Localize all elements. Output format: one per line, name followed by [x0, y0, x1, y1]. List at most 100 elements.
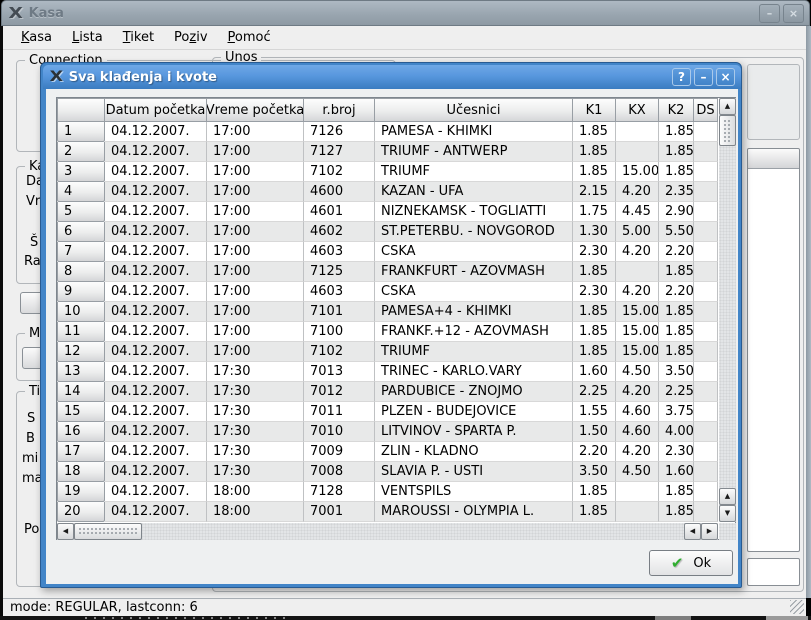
table-cell[interactable]: 4.20	[616, 182, 659, 202]
dialog-titlebar[interactable]: X Sva klađenja i kvote ? – ×	[43, 65, 741, 89]
table-cell[interactable]: 17:30	[207, 422, 304, 442]
table-cell[interactable]: 4.20	[616, 382, 659, 402]
table-cell[interactable]: 17:00	[207, 342, 304, 362]
table-cell[interactable]: 1.85	[659, 122, 694, 142]
table-cell[interactable]: 4.45	[616, 202, 659, 222]
table-cell[interactable]: CSKA	[375, 282, 573, 302]
menu-item-lista[interactable]: Lista	[62, 27, 113, 48]
table-cell[interactable]	[694, 362, 718, 382]
table-row[interactable]: 504.12.2007.17:004601NIZNEKAMSK - TOGLIA…	[57, 202, 718, 222]
table-cell[interactable]: 1.55	[573, 402, 616, 422]
table-cell[interactable]: 17:00	[207, 302, 304, 322]
table-cell[interactable]: 1.60	[659, 462, 694, 482]
table-cell[interactable]	[694, 262, 718, 282]
table-cell[interactable]: 1.85	[573, 302, 616, 322]
table-cell[interactable]	[616, 502, 659, 522]
table-cell[interactable]	[694, 302, 718, 322]
table-cell[interactable]: 17:30	[207, 362, 304, 382]
table-row[interactable]: 1304.12.2007.17:307013TRINEC - KARLO.VAR…	[57, 362, 718, 382]
table-cell[interactable]: 17:00	[207, 122, 304, 142]
table-cell[interactable]: 5.50	[659, 222, 694, 242]
table-cell[interactable]: 17:00	[207, 162, 304, 182]
table-row[interactable]: 1204.12.2007.17:007102TRIUMF1.8515.001.8…	[57, 342, 718, 362]
row-number-cell[interactable]: 12	[57, 342, 105, 362]
table-cell[interactable]: TRIUMF - ANTWERP	[375, 142, 573, 162]
table-cell[interactable]: 04.12.2007.	[105, 342, 207, 362]
table-cell[interactable]: 1.85	[659, 342, 694, 362]
column-header-Vreme početka[interactable]: Vreme početka	[207, 98, 304, 122]
row-number-cell[interactable]: 15	[57, 402, 105, 422]
table-cell[interactable]: 4603	[304, 282, 375, 302]
table-cell[interactable]: 17:00	[207, 202, 304, 222]
menu-item-kasa[interactable]: Kasa	[11, 27, 62, 48]
scroll-up-button-2[interactable]: ▲	[719, 488, 736, 505]
table-cell[interactable]	[694, 422, 718, 442]
table-cell[interactable]: 1.85	[573, 322, 616, 342]
table-cell[interactable]: 15.00	[616, 162, 659, 182]
table-cell[interactable]: FRANKF.+12 - AZOVMASH	[375, 322, 573, 342]
table-cell[interactable]: CSKA	[375, 242, 573, 262]
table-cell[interactable]: 04.12.2007.	[105, 202, 207, 222]
table-cell[interactable]: 1.85	[573, 482, 616, 502]
table-row[interactable]: 404.12.2007.17:004600KAZAN - UFA2.154.20…	[57, 182, 718, 202]
column-header-Učesnici[interactable]: Učesnici	[375, 98, 573, 122]
table-cell[interactable]	[694, 382, 718, 402]
table-cell[interactable]: 04.12.2007.	[105, 182, 207, 202]
scroll-down-button[interactable]: ▼	[719, 505, 736, 522]
table-cell[interactable]: 17:00	[207, 262, 304, 282]
table-cell[interactable]: LITVINOV - SPARTA P.	[375, 422, 573, 442]
table-cell[interactable]: TRINEC - KARLO.VARY	[375, 362, 573, 382]
table-cell[interactable]: 1.85	[573, 142, 616, 162]
main-window-titlebar[interactable]: X Kasa – ×	[1, 0, 810, 26]
table-cell[interactable]: TRIUMF	[375, 342, 573, 362]
table-cell[interactable]: 1.85	[573, 262, 616, 282]
table-cell[interactable]: 17:00	[207, 222, 304, 242]
table-cell[interactable]	[694, 482, 718, 502]
table-cell[interactable]: 17:30	[207, 402, 304, 422]
scroll-up-button[interactable]: ▲	[719, 98, 736, 115]
table-cell[interactable]: 2.30	[573, 282, 616, 302]
table-cell[interactable]: 2.20	[659, 282, 694, 302]
table-cell[interactable]: 4.20	[616, 442, 659, 462]
table-cell[interactable]: 7009	[304, 442, 375, 462]
table-cell[interactable]: 15.00	[616, 302, 659, 322]
vertical-scrollbar[interactable]: ▲ ▲ ▼	[719, 98, 736, 522]
menu-item-pomoć[interactable]: Pomoć	[218, 27, 281, 48]
table-cell[interactable]: 2.20	[573, 442, 616, 462]
dialog-close-button[interactable]: ×	[716, 68, 735, 86]
close-button[interactable]: ×	[783, 4, 804, 23]
table-cell[interactable]: 04.12.2007.	[105, 442, 207, 462]
column-header-Datum početka[interactable]: Datum početka	[105, 98, 207, 122]
table-row[interactable]: 704.12.2007.17:004603CSKA2.304.202.20	[57, 242, 718, 262]
menu-item-poziv[interactable]: Poziv	[164, 27, 217, 48]
table-row[interactable]: 104.12.2007.17:007126PAMESA - KHIMKI1.85…	[57, 122, 718, 142]
table-cell[interactable]: 4.00	[659, 422, 694, 442]
resize-grip-icon[interactable]	[790, 600, 804, 614]
table-cell[interactable]: VENTSPILS	[375, 482, 573, 502]
table-cell[interactable]: 1.85	[573, 122, 616, 142]
table-row[interactable]: 604.12.2007.17:004602ST.PETERBU. - NOVGO…	[57, 222, 718, 242]
table-cell[interactable]: 15.00	[616, 342, 659, 362]
table-cell[interactable]: 1.60	[573, 362, 616, 382]
table-cell[interactable]: 1.75	[573, 202, 616, 222]
table-cell[interactable]: PAMESA - KHIMKI	[375, 122, 573, 142]
row-number-cell[interactable]: 17	[57, 442, 105, 462]
table-cell[interactable]: 5.00	[616, 222, 659, 242]
row-number-cell[interactable]: 14	[57, 382, 105, 402]
table-row[interactable]: 1104.12.2007.17:007100FRANKF.+12 - AZOVM…	[57, 322, 718, 342]
table-cell[interactable]: PARDUBICE - ZNOJMO	[375, 382, 573, 402]
dialog-minimize-button[interactable]: –	[694, 68, 713, 86]
table-cell[interactable]: 4600	[304, 182, 375, 202]
table-cell[interactable]: 7100	[304, 322, 375, 342]
table-cell[interactable]: 3.50	[573, 462, 616, 482]
table-cell[interactable]: 04.12.2007.	[105, 222, 207, 242]
table-cell[interactable]: 18:00	[207, 482, 304, 502]
table-cell[interactable]: 04.12.2007.	[105, 142, 207, 162]
table-cell[interactable]	[616, 262, 659, 282]
table-cell[interactable]	[694, 142, 718, 162]
table-cell[interactable]: 7101	[304, 302, 375, 322]
table-cell[interactable]: SLAVIA P. - USTI	[375, 462, 573, 482]
table-cell[interactable]: 4.60	[616, 422, 659, 442]
table-cell[interactable]: MAROUSSI - OLYMPIA L.	[375, 502, 573, 522]
table-row[interactable]: 1604.12.2007.17:307010LITVINOV - SPARTA …	[57, 422, 718, 442]
